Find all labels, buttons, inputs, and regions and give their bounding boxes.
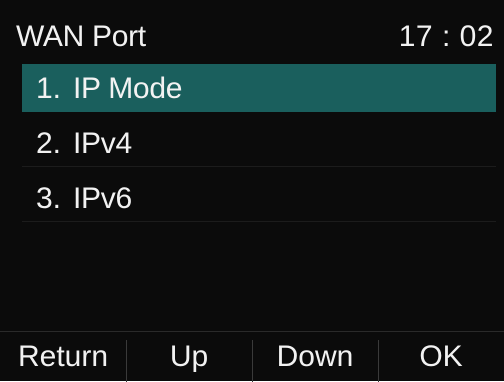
menu-item-number: 2. — [36, 127, 62, 160]
return-softkey[interactable]: Return — [0, 332, 126, 382]
clock-time: 17 : 02 — [398, 20, 494, 53]
phone-screen: WAN Port 17 : 02 1. IP Mode 2. IPv4 3. I… — [0, 0, 504, 382]
menu-item-ipv4[interactable]: 2. IPv4 — [22, 119, 496, 167]
menu-item-number: 3. — [36, 182, 62, 215]
ok-softkey[interactable]: OK — [378, 332, 504, 382]
down-softkey[interactable]: Down — [252, 332, 378, 382]
up-softkey[interactable]: Up — [126, 332, 252, 382]
page-title: WAN Port — [16, 20, 146, 53]
menu-item-ipv6[interactable]: 3. IPv6 — [22, 174, 496, 222]
softkey-bar: Return Up Down OK — [0, 331, 504, 382]
title-bar: WAN Port 17 : 02 — [0, 12, 504, 62]
menu-list: 1. IP Mode 2. IPv4 3. IPv6 — [22, 64, 496, 229]
menu-item-label: IPv4 — [73, 127, 132, 160]
menu-item-ip-mode[interactable]: 1. IP Mode — [22, 64, 496, 112]
menu-item-label: IP Mode — [73, 72, 183, 105]
menu-item-label: IPv6 — [73, 182, 132, 215]
menu-item-number: 1. — [36, 72, 62, 105]
